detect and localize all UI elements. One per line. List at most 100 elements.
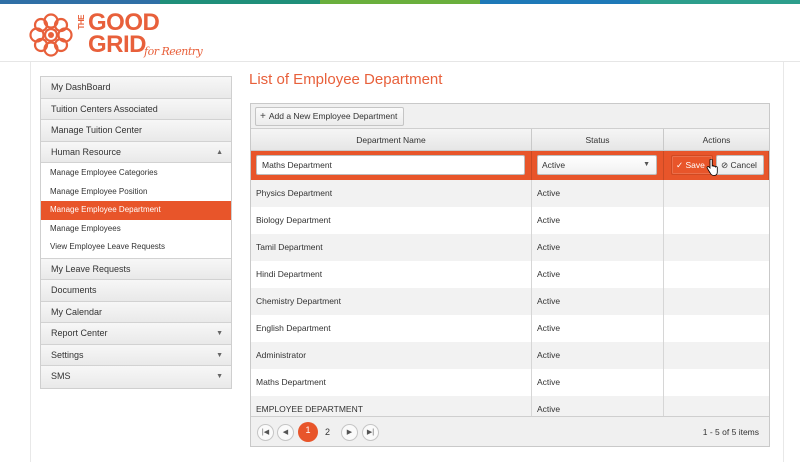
table-row[interactable]: Chemistry Department Active	[251, 288, 769, 315]
actions-cell	[664, 261, 769, 288]
table-row[interactable]: Administrator Active	[251, 342, 769, 369]
sidebar-item-report-center[interactable]: Report Center ▼	[41, 323, 231, 345]
grid-toolbar: + Add a New Employee Department	[251, 104, 769, 129]
department-name-cell: Physics Department	[251, 180, 532, 207]
chevron-down-icon: ▼	[216, 351, 223, 359]
actions-cell	[664, 207, 769, 234]
sidebar-item-settings[interactable]: Settings ▼	[41, 344, 231, 366]
status-select-value: Active	[542, 160, 566, 170]
table-row[interactable]: Hindi Department Active	[251, 261, 769, 288]
status-cell: Active	[532, 315, 664, 342]
logo-tagline: for Reentry	[144, 45, 203, 58]
table-row[interactable]: Tamil Department Active	[251, 234, 769, 261]
sidebar-submenu-human-resource: Manage Employee Categories Manage Employ…	[41, 163, 231, 259]
sidebar-subitem-employee-position[interactable]: Manage Employee Position	[41, 182, 231, 201]
status-cell: Active	[532, 207, 664, 234]
grid-pager: |◀ ◀ 1 2 ▶ ▶| 1 - 5 of 5 items	[251, 416, 769, 446]
actions-cell	[664, 342, 769, 369]
sidebar-item-my-leave-requests[interactable]: My Leave Requests	[41, 258, 231, 280]
table-row[interactable]: Physics Department Active	[251, 180, 769, 207]
header-divider	[0, 61, 800, 62]
chevron-down-icon: ▼	[216, 330, 223, 337]
sidebar-subitem-employee-department[interactable]: Manage Employee Department	[41, 201, 231, 220]
sidebar-subitem-employee-categories[interactable]: Manage Employee Categories	[41, 164, 231, 183]
department-name-cell: English Department	[251, 315, 532, 342]
actions-cell	[664, 234, 769, 261]
status-cell: Active	[532, 369, 664, 396]
save-label: Save	[685, 160, 705, 170]
column-header-department-name[interactable]: Department Name	[251, 129, 532, 150]
sidebar-item-tuition-centers-associated[interactable]: Tuition Centers Associated	[41, 98, 231, 120]
logo-grid: GRID	[88, 31, 147, 58]
sidebar-item-label: Settings	[51, 349, 84, 360]
sidebar-item-label: Manage Tuition Center	[51, 125, 143, 135]
sidebar-item-label: My DashBoard	[51, 82, 111, 92]
status-cell: Active	[532, 342, 664, 369]
sidebar-item-label: Report Center	[51, 328, 108, 338]
department-name-cell: Maths Department	[251, 369, 532, 396]
first-page-icon[interactable]: |◀	[257, 424, 274, 441]
next-page-icon[interactable]: ▶	[341, 424, 358, 441]
page-button-2[interactable]: 2	[319, 424, 336, 441]
department-name-cell: Administrator	[251, 342, 532, 369]
table-row[interactable]: Maths Department Active	[251, 369, 769, 396]
logo-the: THE	[77, 15, 86, 30]
sidebar-item-label: Documents	[51, 285, 97, 295]
sidebar-item-dashboard[interactable]: My DashBoard	[41, 77, 231, 99]
plus-icon: +	[260, 111, 266, 122]
prev-page-icon[interactable]: ◀	[277, 424, 294, 441]
table-row[interactable]: Biology Department Active	[251, 207, 769, 234]
sidebar-item-manage-tuition-center[interactable]: Manage Tuition Center	[41, 120, 231, 142]
page-button-current[interactable]: 1	[298, 422, 318, 442]
sidebar-item-label: My Calendar	[51, 306, 103, 317]
department-name-cell: Tamil Department	[251, 234, 532, 261]
status-cell: Active	[532, 288, 664, 315]
status-cell: Active	[532, 234, 664, 261]
cancel-label: Cancel	[730, 160, 757, 170]
sidebar-item-my-calendar[interactable]: My Calendar	[41, 301, 231, 323]
logo[interactable]: THE GOOD GRID for Reentry	[28, 11, 203, 60]
page-title: List of Employee Department	[249, 71, 443, 88]
table-row[interactable]: English Department Active	[251, 315, 769, 342]
add-department-label: Add a New Employee Department	[268, 111, 398, 121]
sidebar-item-label: SMS	[51, 371, 71, 381]
chevron-down-icon: ▼	[643, 161, 650, 168]
status-cell: Active	[532, 180, 664, 207]
table-row-editing: Maths Department Active ▼ ✓ Save ⊘ Cancel	[251, 151, 769, 180]
column-header-status[interactable]: Status	[532, 129, 664, 150]
sidebar-menu: My DashBoard Tuition Centers Associated …	[40, 76, 232, 389]
department-name-cell: Hindi Department	[251, 261, 532, 288]
sidebar-item-label: Tuition Centers Associated	[51, 103, 158, 114]
department-name-cell: Chemistry Department	[251, 288, 532, 315]
status-cell: Active	[532, 261, 664, 288]
hand-cursor-icon	[706, 159, 718, 176]
chevron-down-icon: ▼	[216, 373, 223, 380]
sidebar-item-label: Human Resource	[51, 146, 122, 157]
add-department-button[interactable]: + Add a New Employee Department	[255, 107, 405, 126]
sidebar-item-label: My Leave Requests	[51, 263, 131, 274]
sidebar-item-human-resource[interactable]: Human Resource ▲	[41, 141, 231, 163]
last-page-icon[interactable]: ▶|	[362, 424, 379, 441]
edit-name-cell: Maths Department	[251, 151, 532, 180]
actions-cell	[664, 315, 769, 342]
actions-cell	[664, 180, 769, 207]
edit-status-cell: Active ▼	[532, 151, 664, 180]
header: THE GOOD GRID for Reentry	[0, 4, 800, 62]
department-name-cell: Biology Department	[251, 207, 532, 234]
sidebar-item-sms[interactable]: SMS ▼	[41, 366, 231, 388]
department-grid: + Add a New Employee Department Departmen…	[250, 103, 770, 447]
sidebar-item-documents[interactable]: Documents	[41, 280, 231, 302]
department-name-input[interactable]: Maths Department	[256, 155, 525, 175]
actions-cell	[664, 288, 769, 315]
content-border-left	[30, 62, 31, 462]
cancel-button[interactable]: ⊘ Cancel	[716, 155, 764, 175]
status-select[interactable]: Active ▼	[537, 155, 657, 175]
pager-info: 1 - 5 of 5 items	[702, 427, 759, 437]
sidebar-subitem-leave-requests[interactable]: View Employee Leave Requests	[41, 238, 231, 257]
actions-cell	[664, 369, 769, 396]
flower-logo-icon	[29, 13, 73, 57]
column-header-actions: Actions	[702, 135, 731, 145]
sidebar-subitem-employees[interactable]: Manage Employees	[41, 219, 231, 238]
content-border-right	[783, 62, 784, 462]
grid-header: Department Name Status Actions	[251, 129, 769, 151]
